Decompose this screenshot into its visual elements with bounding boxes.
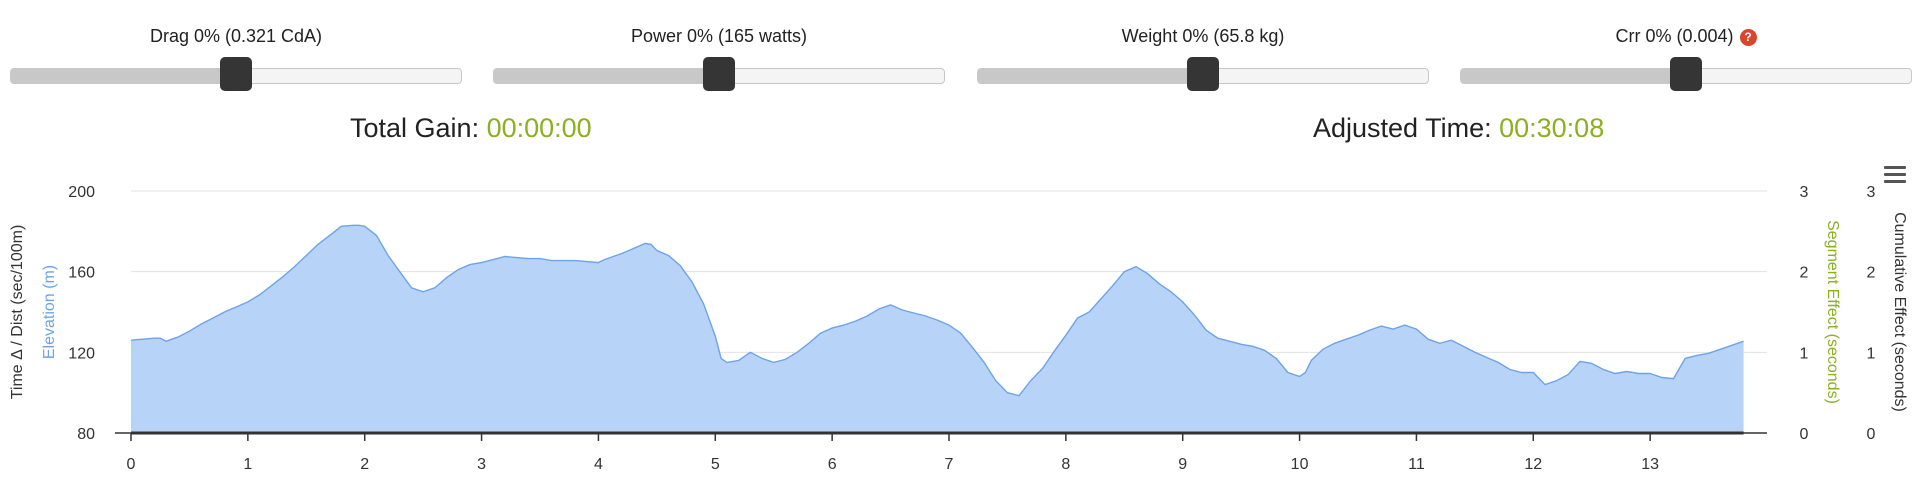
segment-effect-tick-label: 3 xyxy=(1800,184,1809,201)
y-axis-title: Time Δ / Dist (sec/100m) xyxy=(9,225,26,400)
x-tick-label: 4 xyxy=(594,456,603,473)
segment-effect-tick-label: 2 xyxy=(1800,265,1809,282)
x-tick-label: 7 xyxy=(945,456,954,473)
x-tick-label: 6 xyxy=(828,456,837,473)
x-tick-label: 10 xyxy=(1291,456,1309,473)
y-tick-label: 80 xyxy=(77,426,95,443)
cumulative-effect-axis-title: Cumulative Effect (seconds) xyxy=(1891,212,1908,412)
cumulative-effect-tick-label: 1 xyxy=(1867,345,1876,362)
cumulative-effect-tick-label: 2 xyxy=(1867,265,1876,282)
x-tick-label: 2 xyxy=(360,456,369,473)
elevation-area xyxy=(131,225,1744,433)
x-tick-label: 11 xyxy=(1408,456,1425,473)
segment-effect-tick-label: 1 xyxy=(1800,345,1809,362)
segment-effect-tick-label: 0 xyxy=(1800,426,1809,443)
x-tick-label: 8 xyxy=(1061,456,1070,473)
x-tick-label: 5 xyxy=(711,456,720,473)
y-tick-label: 160 xyxy=(68,265,95,282)
elevation-axis-title: Elevation (m) xyxy=(41,265,58,359)
x-tick-label: 9 xyxy=(1178,456,1187,473)
segment-effect-axis-title: Segment Effect (seconds) xyxy=(1824,220,1841,404)
x-tick-label: 13 xyxy=(1641,456,1659,473)
y-tick-label: 200 xyxy=(68,184,95,201)
elevation-chart: 0 1 2 3 4 5 6 7 8 9 10 11 12 138012016020001230123Tim… xyxy=(9,184,1908,473)
x-tick-label: 0 xyxy=(127,456,136,473)
x-tick-label: 12 xyxy=(1524,456,1542,473)
cumulative-effect-tick-label: 0 xyxy=(1867,426,1876,443)
cumulative-effect-tick-label: 3 xyxy=(1867,184,1876,201)
y-tick-label: 120 xyxy=(68,345,95,362)
x-tick-label: 1 xyxy=(243,456,252,473)
x-tick-label: 3 xyxy=(477,456,486,473)
